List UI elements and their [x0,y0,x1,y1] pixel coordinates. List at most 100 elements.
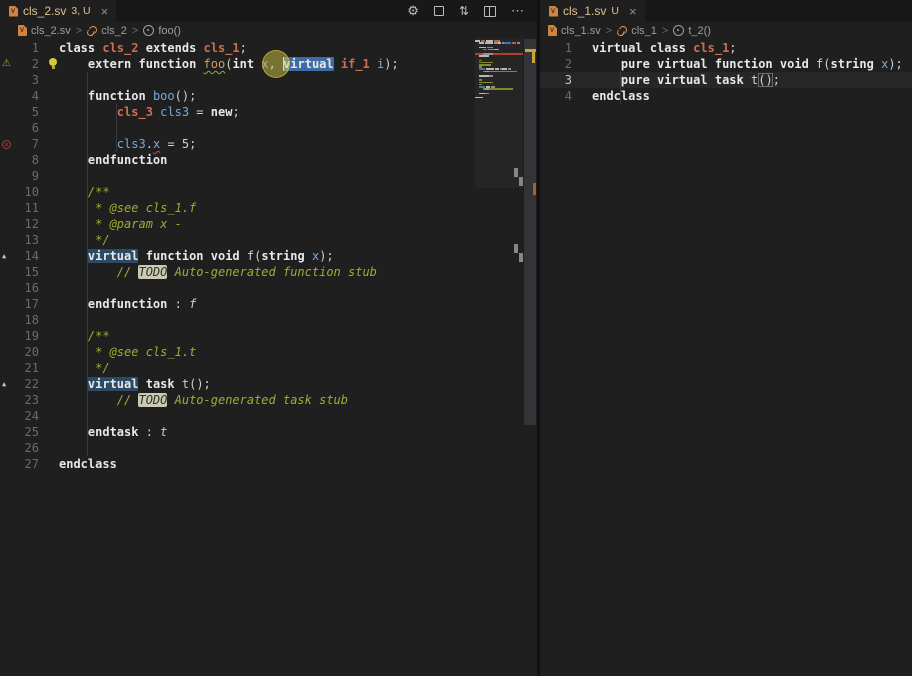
line-number: 3 [546,72,572,88]
gutter-glyph-margin [0,456,18,472]
code-text: endclass [572,88,912,104]
breadcrumb-item[interactable]: t_2() [673,25,711,37]
line-number: 23 [18,392,39,408]
line-number: 7 [18,136,39,152]
code-line[interactable]: 15 // TODO Auto-generated function stub [0,264,537,280]
breadcrumb-item[interactable]: cls_2 [87,25,127,37]
code-line[interactable]: 27endclass [0,456,537,472]
line-number: 9 [18,168,39,184]
line-number: 20 [18,344,39,360]
close-icon[interactable]: × [629,5,637,18]
lightbulb-icon[interactable] [49,58,57,66]
minimap[interactable] [475,40,523,99]
code-editor-right[interactable]: 1virtual class cls_1;2 pure virtual func… [540,39,912,104]
method-icon [673,25,684,36]
code-line[interactable]: 25 endtask : t [0,424,537,440]
code-text [39,168,537,184]
code-line[interactable]: 5 cls_3 cls3 = new; [0,104,537,120]
tab-cls_1[interactable]: cls_1.sv U × [540,0,645,22]
line-number: 1 [546,40,572,56]
code-line[interactable]: 1virtual class cls_1; [540,40,912,56]
code-line[interactable]: 6 [0,120,537,136]
code-text: * @see cls_1.t [39,344,537,360]
code-text: pure virtual function void f(string x); [572,56,912,72]
code-text: /** [39,184,537,200]
override-icon[interactable]: ▲ [2,248,6,264]
method-icon [143,25,154,36]
code-line[interactable]: ×7 cls3.x = 5; [0,136,537,152]
settings-gear-icon[interactable]: ⚙ [407,3,419,19]
gutter-glyph-margin [0,120,18,136]
tab-label: cls_2.sv [23,4,66,18]
breadcrumb-item[interactable]: cls_1 [617,25,657,37]
line-number: 16 [18,280,39,296]
code-line[interactable]: 4endclass [540,88,912,104]
breadcrumb-item[interactable]: foo() [143,25,181,37]
warning-icon: ⚠ [2,56,11,72]
gutter-glyph-margin [0,88,18,104]
breadcrumb-separator: > [606,25,612,37]
layout-box-icon[interactable] [434,6,444,16]
code-text: class cls_2 extends cls_1; [39,40,537,56]
code-line[interactable]: 2 pure virtual function void f(string x)… [540,56,912,72]
override-icon[interactable]: ▲ [2,376,6,392]
code-line[interactable]: 18 [0,312,537,328]
code-text [39,440,537,456]
line-number: 1 [18,40,39,56]
code-text: // TODO Auto-generated function stub [39,264,537,280]
line-number: 27 [18,456,39,472]
line-number: 11 [18,200,39,216]
overview-ruler-mark [533,183,536,195]
code-line[interactable]: 23 // TODO Auto-generated task stub [0,392,537,408]
code-text: cls3.x = 5; [39,136,537,152]
tab-git-badge: 3, U [71,5,90,17]
code-line[interactable]: 11 * @see cls_1.f [0,200,537,216]
code-text: endtask : t [39,424,537,440]
gutter-glyph-margin [0,168,18,184]
class-icon [87,26,97,36]
tab-cls_2[interactable]: cls_2.sv 3, U × [0,0,116,22]
code-line[interactable]: 21 */ [0,360,537,376]
code-line[interactable]: 12 * @param x - [0,216,537,232]
code-line[interactable]: 4 function boo(); [0,88,537,104]
code-line[interactable]: 13 */ [0,232,537,248]
code-line[interactable]: 26 [0,440,537,456]
code-line[interactable]: 19 /** [0,328,537,344]
gutter-glyph-margin [0,40,18,56]
file-icon [18,25,27,36]
code-line[interactable]: 17 endfunction : f [0,296,537,312]
gutter-glyph-margin [0,344,18,360]
close-icon[interactable]: × [101,5,109,18]
code-line[interactable]: 20 * @see cls_1.t [0,344,537,360]
gutter-glyph-margin [0,392,18,408]
code-text: function boo(); [39,88,537,104]
indent-guide [87,72,88,456]
click-indicator [262,50,290,78]
code-line[interactable]: 24 [0,408,537,424]
tab-git-badge: U [611,5,619,17]
line-number: 24 [18,408,39,424]
code-line[interactable]: 9 [0,168,537,184]
breadcrumb-label: cls_2.sv [31,25,71,37]
line-number: 6 [18,120,39,136]
more-actions-icon[interactable]: ⋯ [511,3,525,19]
compare-changes-icon[interactable]: ⇅ [459,4,469,18]
code-line[interactable]: 3 pure virtual task t(); [540,72,912,88]
code-line[interactable]: 8 endfunction [0,152,537,168]
code-editor-left[interactable]: 1class cls_2 extends cls_1;⚠2 extern fun… [0,39,537,472]
code-line[interactable]: ▲14 virtual function void f(string x); [0,248,537,264]
code-line[interactable]: 16 [0,280,537,296]
breadcrumb-item[interactable]: cls_1.sv [548,25,601,37]
code-line[interactable]: ▲22 virtual task t(); [0,376,537,392]
code-text: endclass [39,456,537,472]
code-text: endfunction [39,152,537,168]
split-editor-icon[interactable] [484,6,496,17]
code-text: * @param x - [39,216,537,232]
code-line[interactable]: 10 /** [0,184,537,200]
verilog-file-icon [9,6,18,17]
code-text: /** [39,328,537,344]
code-text: */ [39,232,537,248]
gutter-glyph-margin [0,264,18,280]
breadcrumb-item[interactable]: cls_2.sv [18,25,71,37]
scrollbar-thumb[interactable] [524,39,536,425]
